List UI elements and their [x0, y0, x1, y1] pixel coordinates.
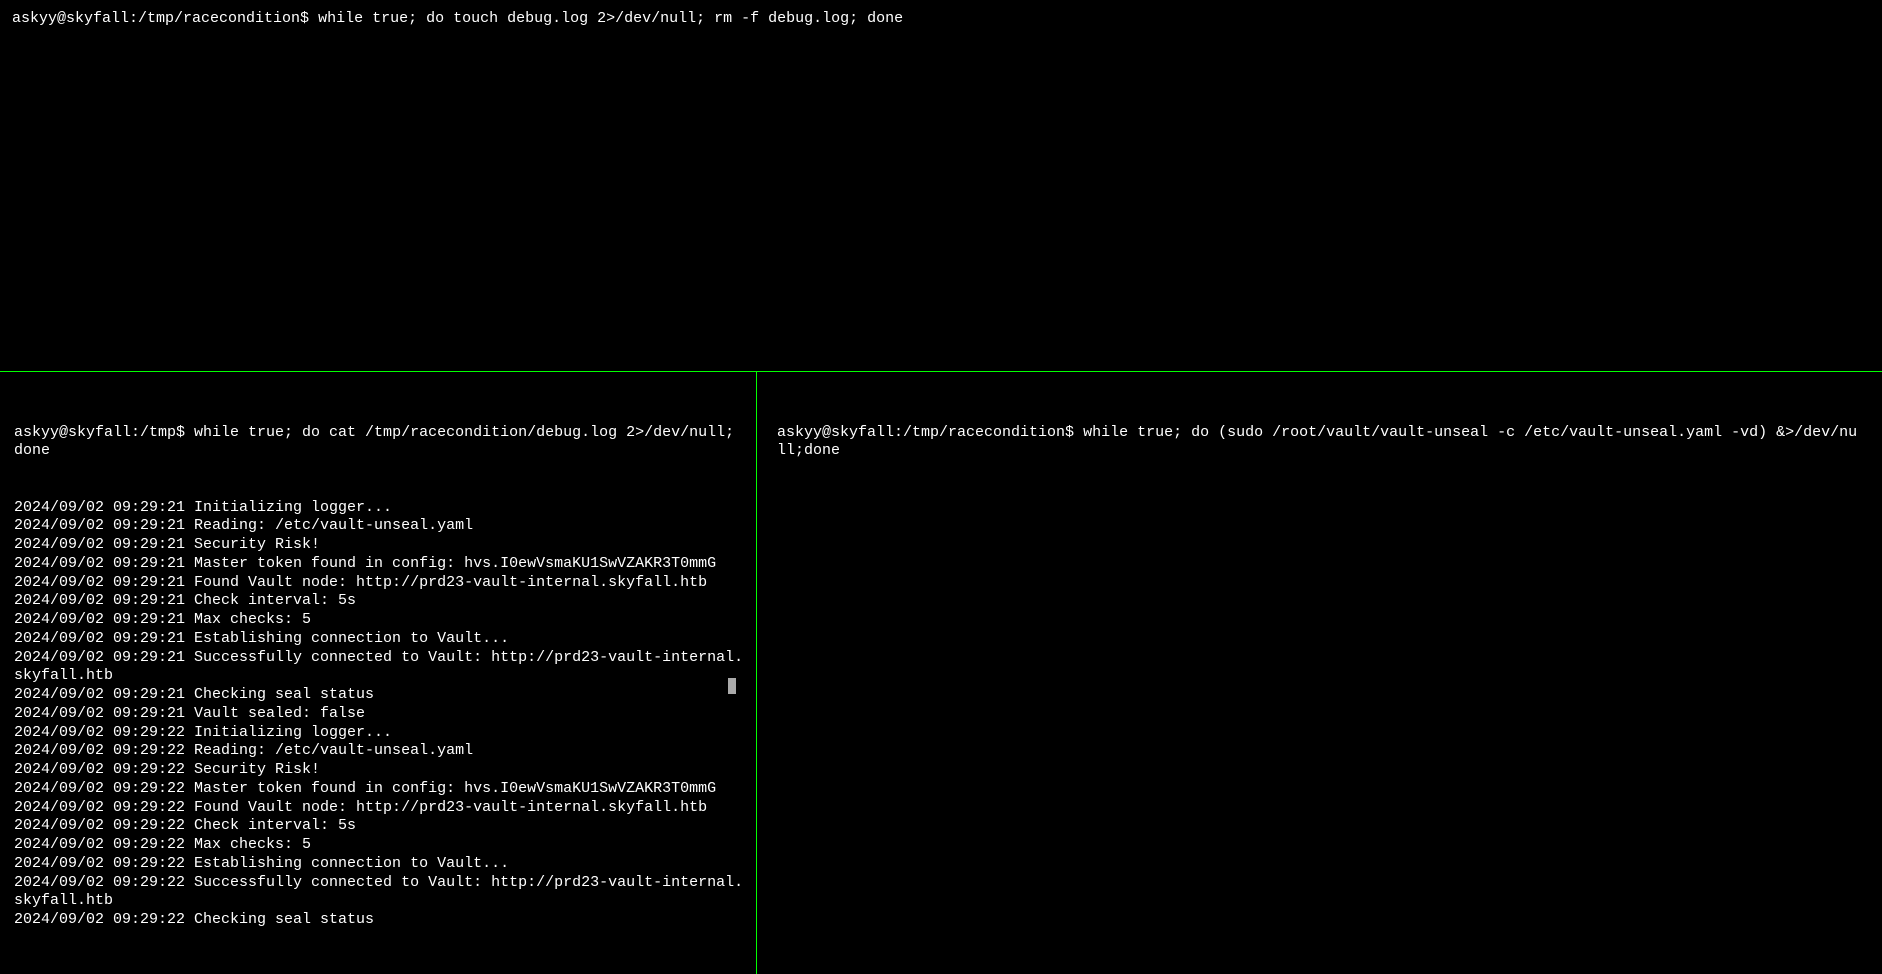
cursor-icon: [728, 678, 736, 694]
shell-prompt: askyy@skyfall:/tmp/racecondition$: [12, 10, 318, 27]
log-line: 2024/09/02 09:29:22 Checking seal status: [14, 911, 744, 930]
log-line: 2024/09/02 09:29:22 Master token found i…: [14, 780, 744, 799]
log-line: 2024/09/02 09:29:22 Max checks: 5: [14, 836, 744, 855]
log-line: 2024/09/02 09:29:21 Security Risk!: [14, 536, 744, 555]
log-line: 2024/09/02 09:29:21 Check interval: 5s: [14, 592, 744, 611]
log-line: 2024/09/02 09:29:22 Check interval: 5s: [14, 817, 744, 836]
log-line: 2024/09/02 09:29:21 Max checks: 5: [14, 611, 744, 630]
log-output: 2024/09/02 09:29:21 Initializing logger.…: [14, 499, 744, 930]
terminal-pane-bottom-left[interactable]: askyy@skyfall:/tmp$ while true; do cat /…: [0, 372, 756, 974]
prompt-line: askyy@skyfall:/tmp$ while true; do cat /…: [14, 424, 744, 462]
log-line: 2024/09/02 09:29:21 Vault sealed: false: [14, 705, 744, 724]
log-line: 2024/09/02 09:29:22 Successfully connect…: [14, 874, 744, 912]
log-line: 2024/09/02 09:29:21 Successfully connect…: [14, 649, 744, 687]
log-line: 2024/09/02 09:29:22 Found Vault node: ht…: [14, 799, 744, 818]
log-line: 2024/09/02 09:29:21 Checking seal status: [14, 686, 744, 705]
shell-prompt: askyy@skyfall:/tmp$: [14, 424, 194, 441]
log-line: 2024/09/02 09:29:22 Initializing logger.…: [14, 724, 744, 743]
prompt-line: askyy@skyfall:/tmp/racecondition$ while …: [777, 424, 1866, 462]
shell-prompt: askyy@skyfall:/tmp/racecondition$: [777, 424, 1083, 441]
terminal-pane-bottom-right[interactable]: askyy@skyfall:/tmp/racecondition$ while …: [757, 372, 1882, 974]
shell-command: while true; do touch debug.log 2>/dev/nu…: [318, 10, 903, 27]
log-line: 2024/09/02 09:29:22 Security Risk!: [14, 761, 744, 780]
log-line: 2024/09/02 09:29:21 Found Vault node: ht…: [14, 574, 744, 593]
terminal-pane-top[interactable]: askyy@skyfall:/tmp/racecondition$ while …: [0, 0, 1882, 371]
terminal-multiplexer: askyy@skyfall:/tmp/racecondition$ while …: [0, 0, 1882, 974]
log-line: 2024/09/02 09:29:21 Reading: /etc/vault-…: [14, 517, 744, 536]
log-line: 2024/09/02 09:29:22 Establishing connect…: [14, 855, 744, 874]
bottom-row: askyy@skyfall:/tmp$ while true; do cat /…: [0, 372, 1882, 974]
log-line: 2024/09/02 09:29:21 Establishing connect…: [14, 630, 744, 649]
log-line: 2024/09/02 09:29:22 Reading: /etc/vault-…: [14, 742, 744, 761]
log-line: 2024/09/02 09:29:21 Master token found i…: [14, 555, 744, 574]
log-line: 2024/09/02 09:29:21 Initializing logger.…: [14, 499, 744, 518]
